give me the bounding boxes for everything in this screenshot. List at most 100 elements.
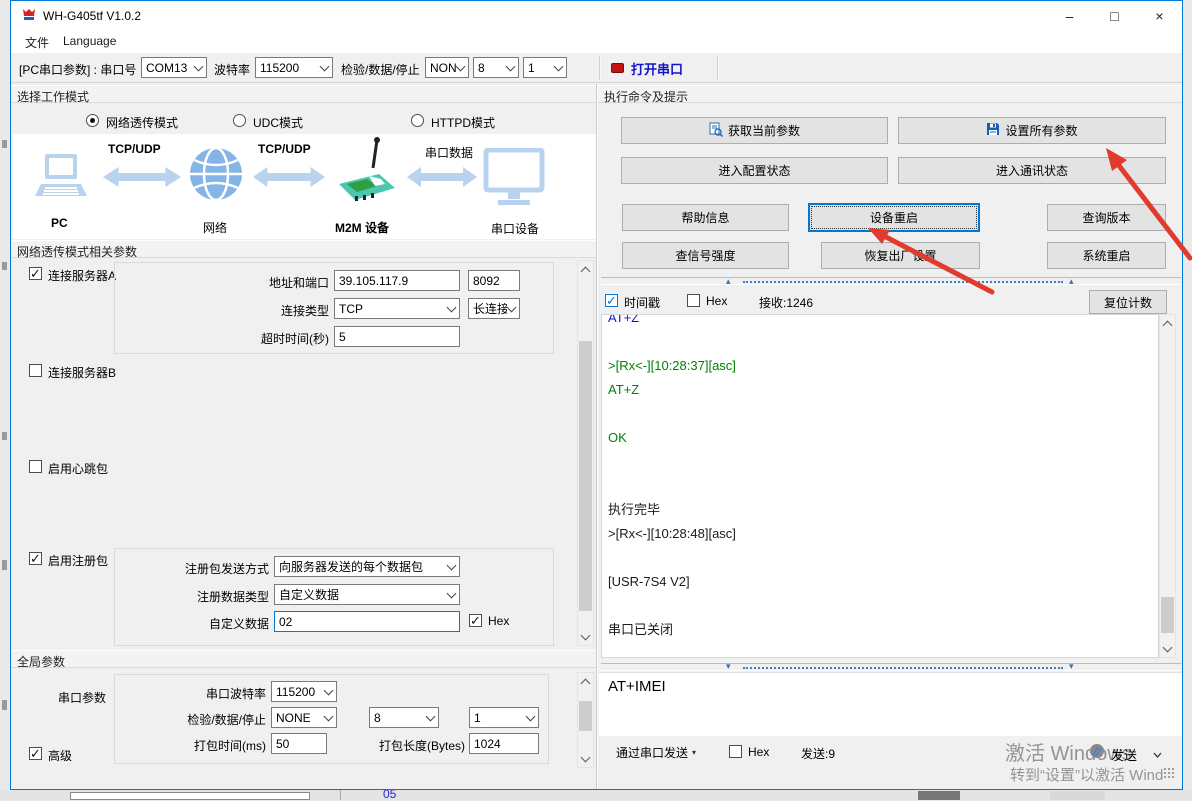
factory-reset-button[interactable]: 恢复出厂设置 [821,242,980,269]
global-parity-select[interactable]: NONE [271,707,337,728]
global-stopbits-select[interactable]: 1 [469,707,539,728]
log-scrollbar[interactable] [1159,314,1176,658]
baud-value: 115200 [260,61,320,75]
button-label: 进入通讯状态 [996,162,1068,179]
device-restart-button[interactable]: 设备重启 [808,203,980,232]
resize-grip[interactable] [1163,767,1175,779]
regpack-hex-checkbox[interactable] [469,614,482,627]
log-output[interactable]: AT+Z >[Rx<-][10:28:37][asc] AT+Z OK 执行完毕… [601,314,1159,658]
query-signal-button[interactable]: 查信号强度 [622,242,789,269]
radio-net-passthrough[interactable] [86,114,99,127]
regpack-data-type-select[interactable]: 自定义数据 [274,584,460,605]
window-title: WH-G405tf V1.0.2 [43,9,141,23]
background-input-fragment [70,792,310,800]
collapse-up-icon[interactable]: ▴ [1069,274,1074,288]
timestamp-checkbox[interactable] [605,294,618,307]
timeout-input[interactable] [334,326,460,347]
help-info-button[interactable]: 帮助信息 [622,204,789,231]
splitter-dots [743,281,1063,283]
global-baud-select[interactable]: 115200 [271,681,337,702]
desktop: { "window": { "title": "WH-G405tf V1.0.2… [0,0,1192,800]
regpack-hex-label: Hex [488,614,509,628]
scrollbar-thumb[interactable] [579,701,592,731]
scroll-down-icon[interactable] [581,632,590,641]
collapse-down-icon[interactable]: ▾ [726,659,731,673]
collapse-up-icon[interactable]: ▴ [726,274,731,288]
log-line: >[Rx<-][10:28:37][asc] [608,354,1152,378]
red-square-closed-icon [611,63,624,73]
scrollbar-thumb[interactable] [579,341,592,611]
query-version-button[interactable]: 查询版本 [1047,204,1166,231]
menu-file[interactable]: 文件 [25,34,49,51]
com-port-select[interactable]: COM13 [141,57,207,78]
log-line: >[Rx<-][10:28:48][asc] [608,522,1152,546]
reset-count-button[interactable]: 复位计数 [1089,290,1167,314]
advanced-checkbox[interactable] [29,747,42,760]
server-b-checkbox[interactable] [29,364,42,377]
databits-select[interactable]: 8 [473,57,519,78]
system-restart-button[interactable]: 系统重启 [1047,242,1166,269]
minimize-button[interactable]: – [1047,1,1092,30]
baud-select[interactable]: 115200 [255,57,333,78]
server-a-address-input[interactable] [334,270,460,291]
background-window-fragment [2,700,7,710]
chevron-down-icon [507,304,517,314]
send-hex-checkbox[interactable] [729,745,742,758]
collapse-down-icon[interactable]: ▾ [1069,659,1074,673]
divider [340,790,342,800]
radio-httpd-mode[interactable] [411,114,424,127]
scroll-up-icon[interactable] [581,677,590,686]
global-params-scrollbar[interactable] [577,672,594,768]
pack-time-label: 打包时间(ms) [141,737,266,754]
log-hex-label: Hex [706,294,727,308]
advanced-label: 高级 [48,747,72,764]
menu-language[interactable]: Language [63,34,116,48]
sent-count: 发送:9 [801,745,835,762]
send-via-serial-dropdown[interactable]: 通过串口发送 ▾ [616,744,696,761]
enter-config-button[interactable]: 进入配置状态 [621,157,888,184]
scrollbar-thumb[interactable] [1161,597,1174,633]
background-window-fragment [2,262,7,270]
set-all-params-button[interactable]: 设置所有参数 [898,117,1166,144]
global-stopbits-value: 1 [474,711,526,725]
enter-comm-button[interactable]: 进入通讯状态 [898,157,1166,184]
radio-net-passthrough-label: 网络透传模式 [106,114,178,131]
doc-search-icon [709,122,723,140]
log-line: AT+Z [608,314,1152,330]
serial-params-label: 串口参数 [58,689,106,706]
maximize-button[interactable]: □ [1092,1,1137,30]
server-b-label: 连接服务器B [48,364,116,381]
radio-udc-mode[interactable] [233,114,246,127]
heartbeat-checkbox[interactable] [29,460,42,473]
horizontal-splitter[interactable]: ▴ ▴ [601,277,1181,285]
scroll-down-icon[interactable] [1163,644,1172,653]
get-params-button[interactable]: 获取当前参数 [621,117,888,144]
persist-conn-select[interactable]: 长连接 [468,298,520,319]
log-line [608,330,1152,354]
pack-len-input[interactable] [469,733,539,754]
send-button[interactable]: 发送 [1111,745,1137,764]
send-input[interactable]: AT+IMEI [599,672,1183,736]
open-serial-button[interactable]: 打开串口 [611,57,683,79]
background-window-fragment [918,791,960,800]
close-button[interactable]: × [1137,1,1182,30]
server-a-port-input[interactable] [468,270,520,291]
regpack-send-mode-select[interactable]: 向服务器发送的每个数据包 [274,556,460,577]
regpack-checkbox[interactable] [29,552,42,565]
scroll-up-icon[interactable] [581,265,590,274]
scroll-up-icon[interactable] [1163,319,1172,328]
custom-data-input[interactable] [274,611,460,632]
conn-type-select[interactable]: TCP [334,298,460,319]
stopbits-select[interactable]: 1 [523,57,567,78]
log-line: 执行完毕 [608,498,1152,522]
global-databits-select[interactable]: 8 [369,707,439,728]
pack-time-input[interactable] [271,733,327,754]
chevron-down-icon [324,687,334,697]
net-params-scrollbar[interactable] [577,260,594,646]
parity-select[interactable]: NONE [425,57,469,78]
horizontal-splitter[interactable]: ▾ ▾ [601,663,1181,671]
scroll-down-icon[interactable] [581,754,590,763]
log-hex-checkbox[interactable] [687,294,700,307]
server-a-checkbox[interactable] [29,267,42,280]
conn-type-label: 连接类型 [201,302,329,319]
